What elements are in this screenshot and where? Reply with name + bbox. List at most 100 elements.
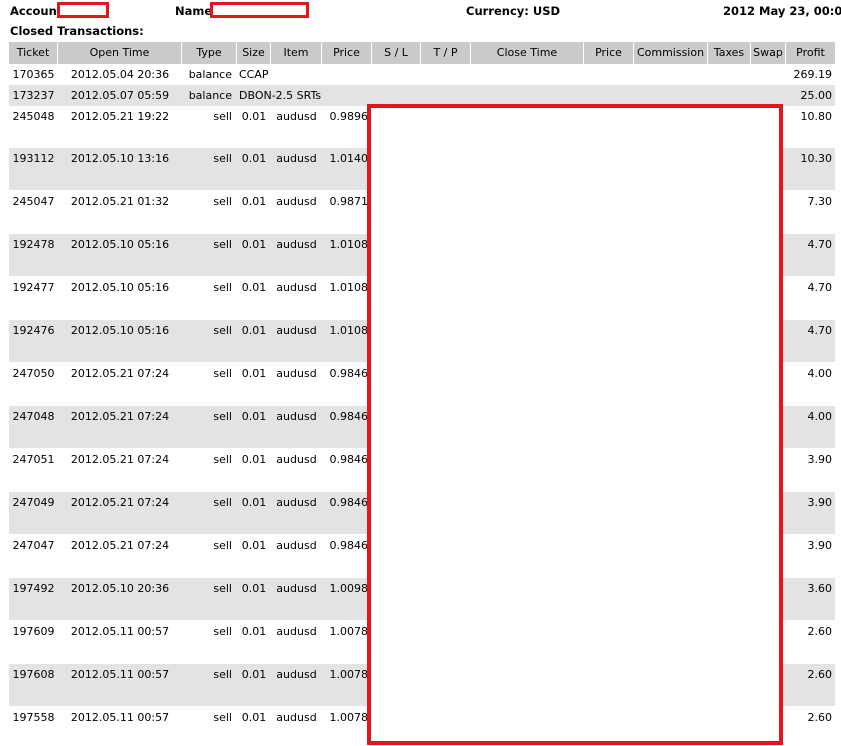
- col-taxes[interactable]: Taxes: [708, 42, 751, 64]
- cell-profit: 10.30: [800, 152, 833, 165]
- cell-comment: DBON-2.5 SRTs: [239, 89, 322, 102]
- cell-size: 0.01: [241, 410, 267, 423]
- cell-item: audusd: [276, 625, 317, 638]
- cell-type: balance: [188, 68, 232, 81]
- cell-size: 0.01: [241, 110, 267, 123]
- cell-price: 1.0098: [329, 582, 369, 595]
- cell-price: 1.0078: [329, 668, 369, 681]
- cell-item: audusd: [276, 324, 317, 337]
- cell-price: 1.0108: [329, 324, 369, 337]
- cell-price: 0.9896: [329, 110, 369, 123]
- cell-type: sell: [213, 496, 232, 509]
- cell-profit: 7.30: [807, 195, 833, 208]
- cell-size: 0.01: [241, 324, 267, 337]
- cell-open-time: 2012.05.21 07:24: [70, 496, 170, 509]
- col-swap[interactable]: Swap: [751, 42, 786, 64]
- cell-size: 0.01: [241, 539, 267, 552]
- cell-type: sell: [213, 668, 232, 681]
- cell-ticket: 193112: [12, 152, 55, 165]
- cell-price: 1.0078: [329, 711, 369, 724]
- cell-ticket: 197608: [12, 668, 55, 681]
- col-type[interactable]: Type: [182, 42, 237, 64]
- cell-ticket: 247049: [12, 496, 55, 509]
- cell-profit: 3.90: [807, 539, 833, 552]
- cell-ticket: 247050: [12, 367, 55, 380]
- col-ticket[interactable]: Ticket: [9, 42, 58, 64]
- cell-open-time: 2012.05.21 19:22: [70, 110, 170, 123]
- cell-item: audusd: [276, 367, 317, 380]
- cell-ticket: 197492: [12, 582, 55, 595]
- cell-item: audusd: [276, 668, 317, 681]
- cell-size: 0.01: [241, 625, 267, 638]
- cell-ticket: 170365: [12, 68, 55, 81]
- col-open-time[interactable]: Open Time: [58, 42, 182, 64]
- cell-open-time: 2012.05.04 20:36: [70, 68, 170, 81]
- cell-ticket: 192478: [12, 238, 55, 251]
- col-size[interactable]: Size: [237, 42, 271, 64]
- cell-ticket: 247048: [12, 410, 55, 423]
- cell-ticket: 197609: [12, 625, 55, 638]
- cell-size: 0.01: [241, 152, 267, 165]
- cell-profit: 4.00: [807, 367, 833, 380]
- cell-ticket: 173237: [12, 89, 55, 102]
- col-profit[interactable]: Profit: [786, 42, 835, 64]
- cell-profit: 3.90: [807, 496, 833, 509]
- cell-profit: 2.60: [807, 625, 833, 638]
- cell-profit: 4.70: [807, 238, 833, 251]
- cell-item: audusd: [276, 582, 317, 595]
- cell-type: sell: [213, 238, 232, 251]
- cell-ticket: 245047: [12, 195, 55, 208]
- col-close-price[interactable]: Price: [584, 42, 634, 64]
- table-header: Ticket Open Time Type Size Item Price S …: [9, 42, 835, 64]
- table-row: 173237 2012.05.07 05:59 balance DBON-2.5…: [9, 85, 835, 106]
- cell-price: 0.9846: [329, 410, 369, 423]
- col-take-profit[interactable]: T / P: [421, 42, 471, 64]
- cell-size: 0.01: [241, 668, 267, 681]
- cell-ticket: 192477: [12, 281, 55, 294]
- cell-ticket: 247047: [12, 539, 55, 552]
- cell-price: 1.0108: [329, 238, 369, 251]
- cell-type: sell: [213, 410, 232, 423]
- cell-ticket: 197558: [12, 711, 55, 724]
- cell-open-time: 2012.05.11 00:57: [70, 711, 170, 724]
- table-row: 170365 2012.05.04 20:36 balance CCAP 269…: [9, 64, 835, 85]
- cell-price: 1.0078: [329, 625, 369, 638]
- cell-open-time: 2012.05.21 07:24: [70, 453, 170, 466]
- cell-size: 0.01: [241, 496, 267, 509]
- account-redaction: [57, 2, 109, 18]
- cell-ticket: 245048: [12, 110, 55, 123]
- cell-item: audusd: [276, 410, 317, 423]
- col-price[interactable]: Price: [322, 42, 372, 64]
- cell-type: balance: [188, 89, 232, 102]
- cell-price: 0.9846: [329, 496, 369, 509]
- cell-open-time: 2012.05.10 05:16: [70, 281, 170, 294]
- cell-item: audusd: [276, 539, 317, 552]
- cell-comment: CCAP: [239, 68, 269, 81]
- cell-profit: 2.60: [807, 668, 833, 681]
- cell-open-time: 2012.05.21 07:24: [70, 367, 170, 380]
- cell-type: sell: [213, 110, 232, 123]
- cell-size: 0.01: [241, 711, 267, 724]
- cell-profit: 4.70: [807, 281, 833, 294]
- cell-price: 0.9846: [329, 367, 369, 380]
- col-item[interactable]: Item: [271, 42, 322, 64]
- cell-profit: 3.90: [807, 453, 833, 466]
- cell-item: audusd: [276, 238, 317, 251]
- col-commission[interactable]: Commission: [634, 42, 708, 64]
- cell-item: audusd: [276, 453, 317, 466]
- cell-profit: 25.00: [800, 89, 833, 102]
- cell-item: audusd: [276, 281, 317, 294]
- col-close-time[interactable]: Close Time: [471, 42, 584, 64]
- cell-size: 0.01: [241, 453, 267, 466]
- cell-type: sell: [213, 625, 232, 638]
- cell-type: sell: [213, 281, 232, 294]
- col-stop-loss[interactable]: S / L: [372, 42, 421, 64]
- cell-open-time: 2012.05.21 01:32: [70, 195, 170, 208]
- redaction-box: [367, 104, 783, 745]
- cell-open-time: 2012.05.21 07:24: [70, 539, 170, 552]
- cell-price: 1.0108: [329, 281, 369, 294]
- cell-open-time: 2012.05.07 05:59: [70, 89, 170, 102]
- cell-profit: 3.60: [807, 582, 833, 595]
- cell-item: audusd: [276, 152, 317, 165]
- cell-type: sell: [213, 152, 232, 165]
